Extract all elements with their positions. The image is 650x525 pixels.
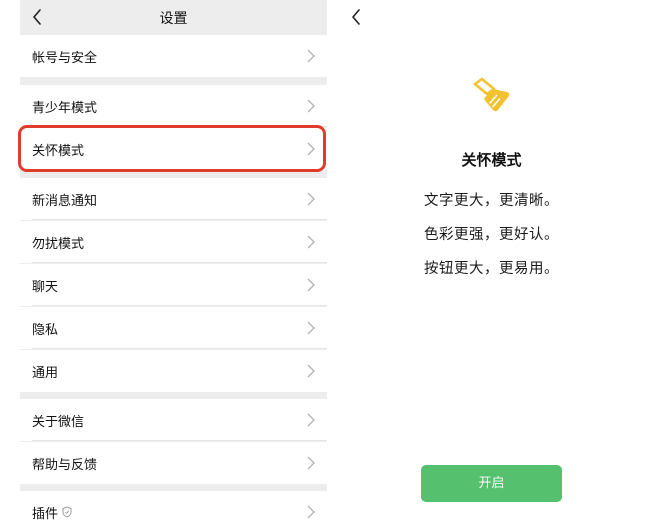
chevron-right-icon [307,413,315,427]
settings-item-label: 关于微信 [32,415,85,430]
care-mode-screen: 关怀模式 文字更大，更清晰。 色彩更强，更好认。 按钮更大，更易用。 开启 [333,0,650,525]
benefit-text: 按钮更大，更易用。 [424,261,559,277]
settings-item-plugins[interactable]: 插件 [20,491,327,525]
settings-item-label: 聊天 [32,280,59,295]
divider [32,219,327,220]
divider [32,305,327,306]
settings-item-help-feedback[interactable]: 帮助与反馈 [20,442,327,484]
chevron-right-icon [307,99,315,113]
settings-item-about-wechat[interactable]: 关于微信 [20,399,327,441]
settings-item-label: 帐号与安全 [32,51,98,66]
chevron-right-icon [307,505,315,519]
settings-item-chat[interactable]: 聊天 [20,264,327,306]
settings-item-label: 通用 [32,366,59,381]
settings-item-new-message-notification[interactable]: 新消息通知 [20,178,327,220]
page-title: 设置 [159,11,188,27]
settings-item-label: 帮助与反馈 [32,458,98,473]
benefit-text: 文字更大，更清晰。 [424,193,559,209]
settings-item-care-mode[interactable]: 关怀模式 [20,128,327,170]
chevron-right-icon [307,364,315,378]
divider [32,262,327,263]
divider [32,348,327,349]
settings-item-account-security[interactable]: 帐号与安全 [20,35,327,77]
settings-item-general[interactable]: 通用 [20,350,327,392]
settings-header: 设置 [20,0,327,34]
chevron-right-icon [307,235,315,249]
settings-item-label: 青少年模式 [32,101,98,116]
settings-item-label: 隐私 [32,323,59,338]
divider [32,126,327,127]
chevron-right-icon [307,456,315,470]
settings-item-label: 新消息通知 [32,194,98,209]
enable-button[interactable]: 开启 [421,465,562,502]
settings-item-privacy[interactable]: 隐私 [20,307,327,349]
chevron-right-icon [307,192,315,206]
settings-screen: 设置 帐号与安全 青少年模式 关怀模式 新消息通知 勿扰模式 聊天 隐私 通用 [20,0,327,525]
settings-item-label: 勿扰模式 [32,237,85,252]
settings-item-do-not-disturb[interactable]: 勿扰模式 [20,221,327,263]
benefit-text: 色彩更强，更好认。 [424,227,559,243]
broom-icon [473,77,510,112]
settings-item-label: 插件 [32,507,59,522]
back-arrow-icon[interactable] [349,8,363,26]
chevron-right-icon [307,278,315,292]
settings-item-label: 关怀模式 [32,144,85,159]
divider [32,440,327,441]
page-title: 关怀模式 [461,151,522,169]
chevron-right-icon [307,142,315,156]
settings-item-youth-mode[interactable]: 青少年模式 [20,85,327,127]
chevron-right-icon [307,49,315,63]
shield-icon [62,506,72,518]
chevron-right-icon [307,321,315,335]
